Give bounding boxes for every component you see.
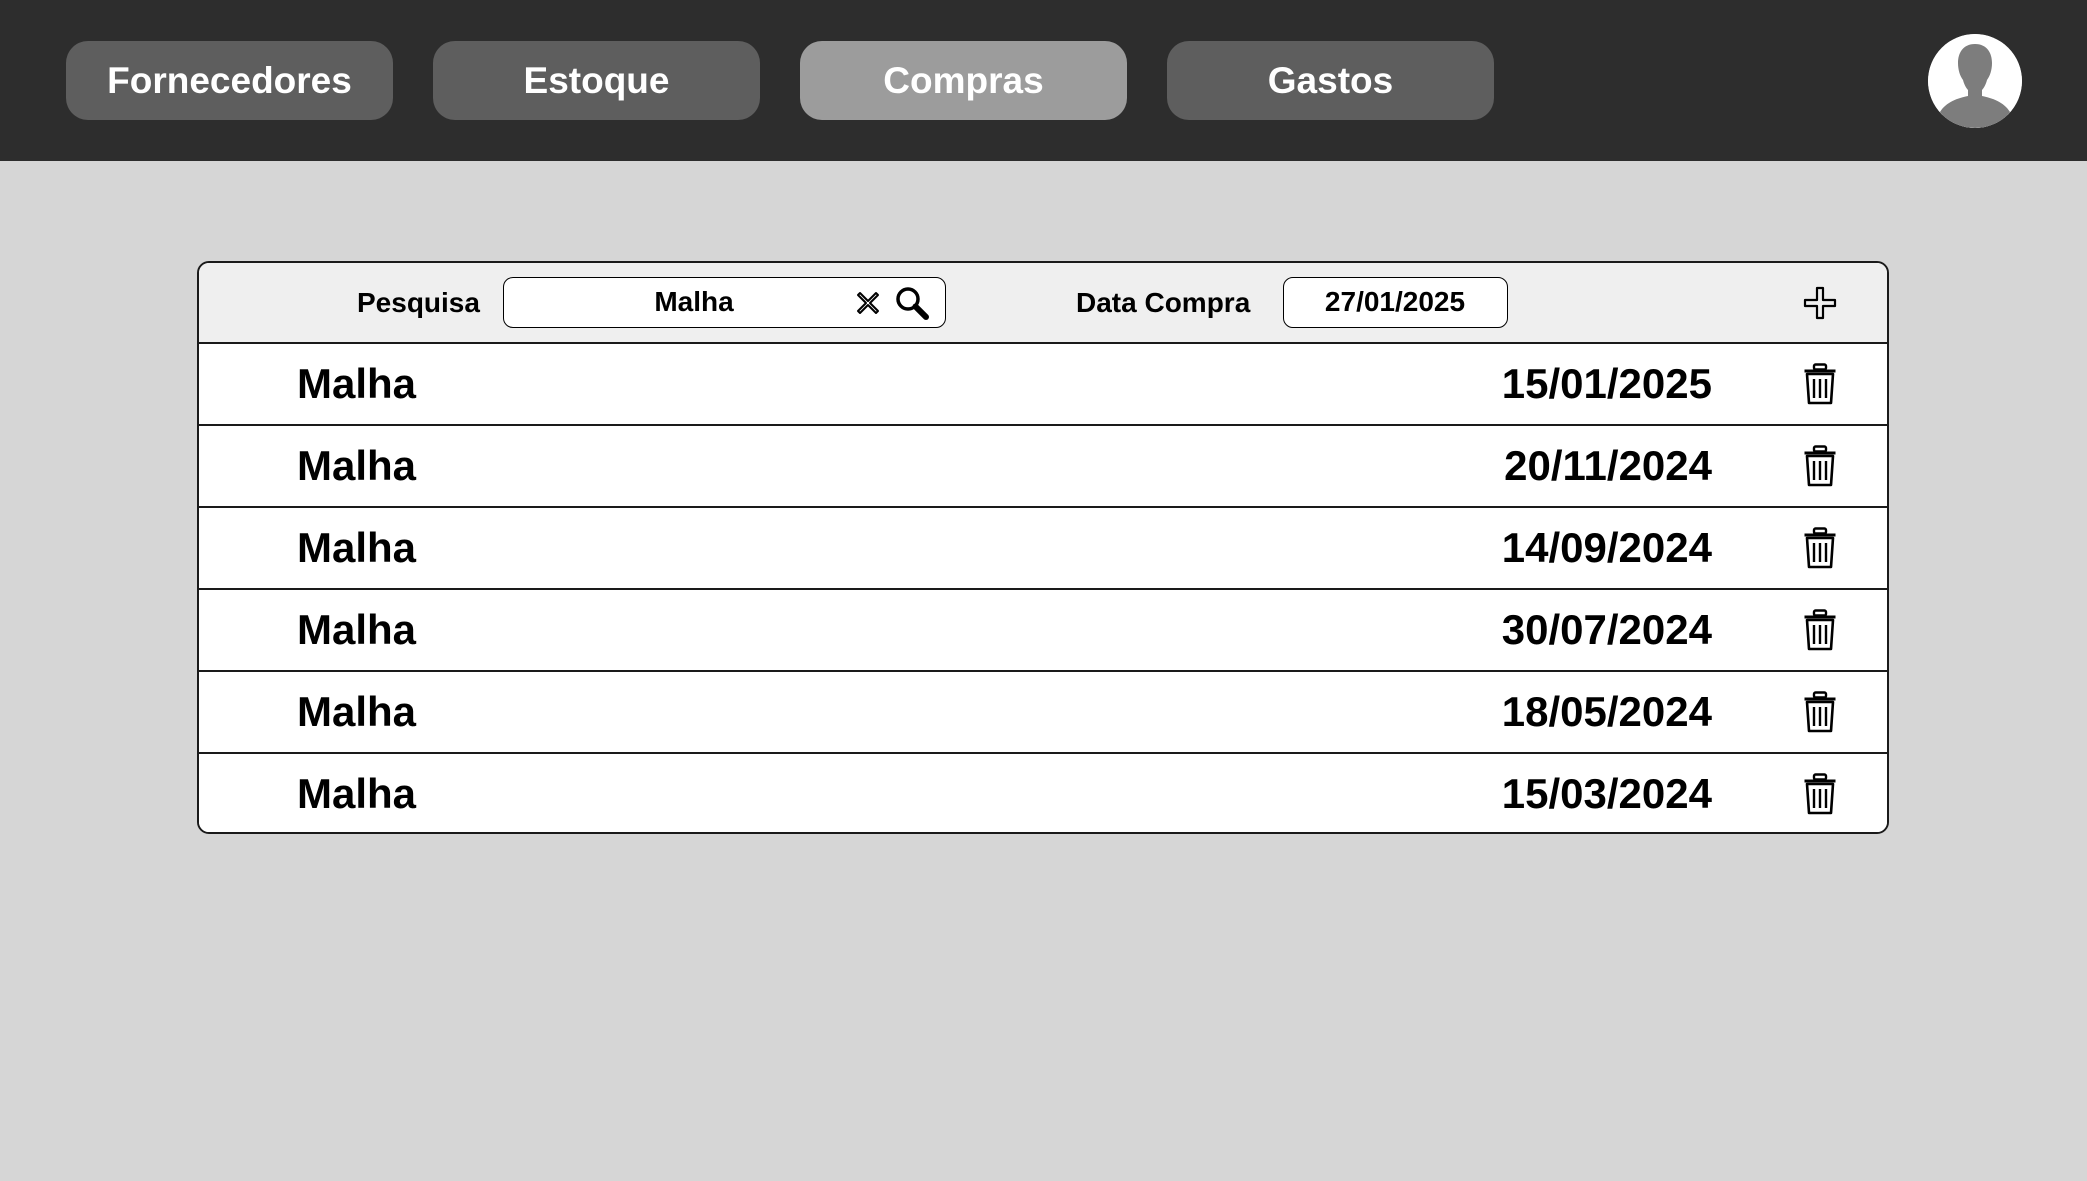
row-purchase-date: 15/03/2024 [1501, 770, 1712, 817]
purchases-panel: Pesquisa Data Compra Malha 15/01/2025 [197, 261, 1889, 834]
tab-estoque[interactable]: Estoque [433, 41, 760, 120]
row-purchase-date: 18/05/2024 [1501, 688, 1712, 735]
row-item-name: Malha [297, 442, 417, 489]
row-item-name: Malha [297, 770, 417, 817]
trash-icon[interactable] [1803, 363, 1837, 405]
filter-toolbar: Pesquisa Data Compra [199, 263, 1887, 344]
table-row[interactable]: Malha 14/09/2024 [199, 508, 1887, 590]
search-input[interactable] [514, 278, 874, 326]
tab-fornecedores[interactable]: Fornecedores [66, 41, 393, 120]
search-label: Pesquisa [357, 287, 480, 318]
row-item-name: Malha [297, 524, 417, 571]
tab-gastos[interactable]: Gastos [1167, 41, 1494, 120]
row-item-name: Malha [297, 688, 417, 735]
user-avatar-icon[interactable] [1928, 34, 2022, 128]
tab-compras[interactable]: Compras [800, 41, 1127, 120]
table-row[interactable]: Malha 20/11/2024 [199, 426, 1887, 508]
trash-icon[interactable] [1803, 773, 1837, 815]
row-item-name: Malha [297, 606, 417, 653]
close-icon[interactable] [854, 289, 882, 317]
purchase-date-input[interactable] [1284, 278, 1506, 326]
trash-icon[interactable] [1803, 445, 1837, 487]
table-row[interactable]: Malha 15/03/2024 [199, 754, 1887, 832]
search-icon[interactable] [894, 285, 930, 321]
table-row[interactable]: Malha 15/01/2025 [199, 344, 1887, 426]
purchase-date-box [1283, 277, 1508, 328]
purchase-date-label: Data Compra [1076, 287, 1251, 318]
row-item-name: Malha [297, 360, 417, 407]
trash-icon[interactable] [1803, 527, 1837, 569]
trash-icon[interactable] [1803, 609, 1837, 651]
table-row[interactable]: Malha 18/05/2024 [199, 672, 1887, 754]
trash-icon[interactable] [1803, 691, 1837, 733]
table-row[interactable]: Malha 30/07/2024 [199, 590, 1887, 672]
row-purchase-date: 30/07/2024 [1501, 606, 1712, 653]
row-purchase-date: 14/09/2024 [1501, 524, 1712, 571]
row-purchase-date: 15/01/2025 [1501, 360, 1712, 407]
top-nav-bar: Fornecedores Estoque Compras Gastos [0, 0, 2087, 161]
plus-icon[interactable] [1803, 286, 1837, 320]
row-purchase-date: 20/11/2024 [1504, 442, 1712, 489]
search-box [503, 277, 946, 328]
